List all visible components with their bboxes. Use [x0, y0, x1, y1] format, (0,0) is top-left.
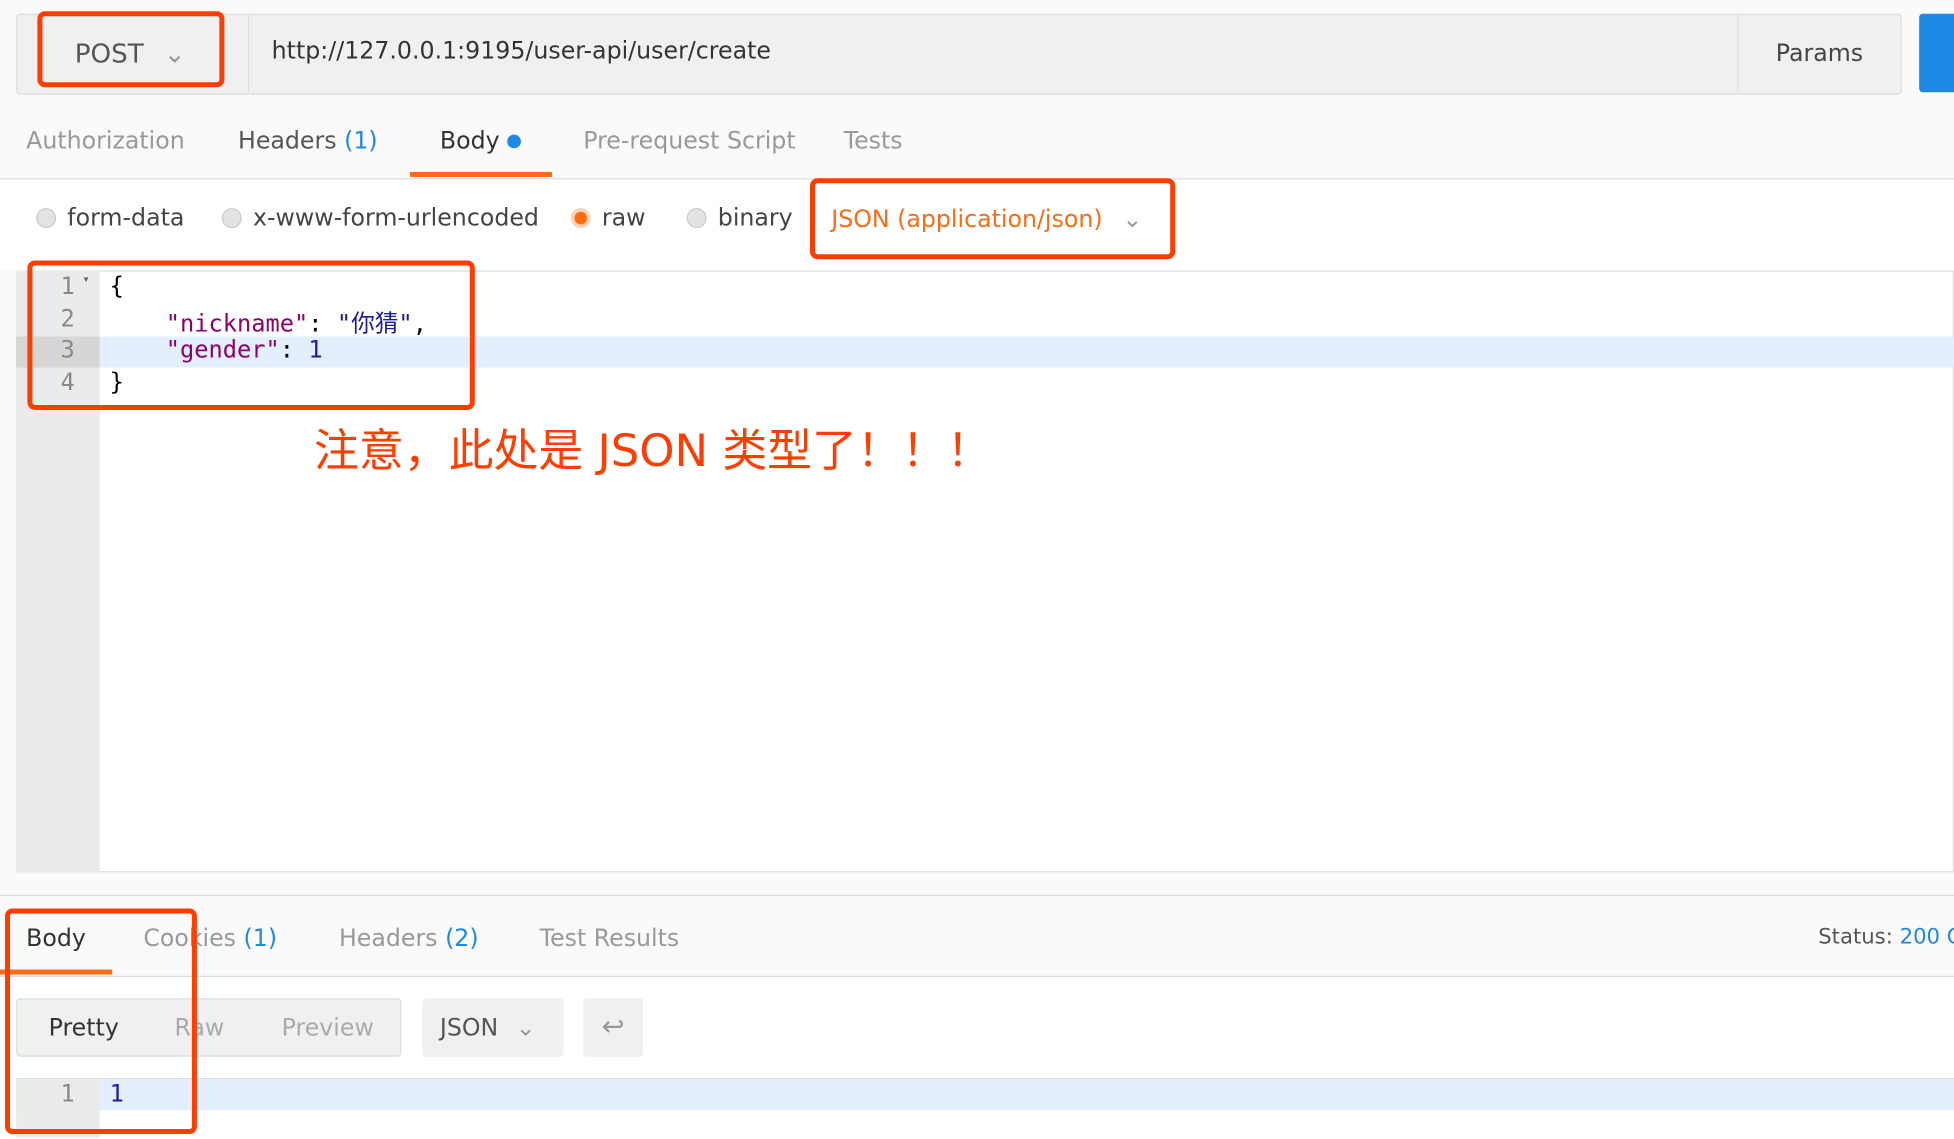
- highlight-box: [37, 11, 225, 88]
- tab-label: Tests: [843, 127, 903, 155]
- tab-label: Test Results: [539, 924, 680, 953]
- radio-form-data[interactable]: form-data: [36, 204, 185, 232]
- highlight-box: [810, 178, 1176, 260]
- tab-label: Body: [439, 127, 500, 155]
- radio-selected-icon: [570, 208, 591, 229]
- radio-icon: [686, 208, 707, 229]
- status-label: Status:: [1818, 924, 1893, 950]
- wrap-lines-icon[interactable]: ↩: [583, 998, 644, 1057]
- radio-icon: [36, 208, 57, 229]
- url-input[interactable]: http://127.0.0.1:9195/user-api/user/crea…: [272, 37, 771, 64]
- radio-raw[interactable]: raw: [570, 204, 646, 232]
- params-button[interactable]: Params: [1737, 13, 1900, 93]
- tab-label: Authorization: [26, 127, 185, 155]
- tab-headers[interactable]: Headers (1): [238, 127, 378, 154]
- postman-window: POST ⌄ http://127.0.0.1:9195/user-api/use…: [0, 0, 1954, 1139]
- tab-label: Pre-request Script: [583, 127, 796, 155]
- view-preview-button[interactable]: Preview: [282, 1014, 374, 1041]
- modified-dot-icon: [507, 134, 521, 149]
- chevron-down-icon: ⌄: [515, 1013, 536, 1042]
- send-button[interactable]: [1919, 13, 1954, 93]
- highlight-box: [4, 908, 197, 1135]
- radio-x-www-form-urlencoded[interactable]: x-www-form-urlencoded: [221, 204, 539, 232]
- format-select[interactable]: JSON ⌄: [422, 998, 564, 1057]
- tab-authorization[interactable]: Authorization: [26, 127, 185, 154]
- tab-label: Headers: [338, 924, 438, 953]
- radio-label: binary: [717, 204, 793, 232]
- tab-body[interactable]: Body: [439, 127, 521, 155]
- tab-tests[interactable]: Tests: [844, 127, 903, 154]
- response-tab-test-results[interactable]: Test Results: [540, 925, 680, 952]
- radio-icon: [221, 208, 242, 229]
- radio-label: x-www-form-urlencoded: [252, 204, 539, 232]
- tab-pre-request-script[interactable]: Pre-request Script: [583, 127, 795, 154]
- tab-count: (2): [445, 924, 479, 953]
- format-label: JSON: [439, 1013, 499, 1042]
- highlight-box: [27, 260, 475, 410]
- radio-label: raw: [601, 204, 646, 232]
- active-tab-indicator: [409, 171, 553, 177]
- radio-binary[interactable]: binary: [686, 204, 793, 232]
- tab-label: Headers: [238, 127, 337, 155]
- radio-label: form-data: [67, 204, 185, 232]
- tab-count: (1): [243, 924, 278, 953]
- status-value: 200 O: [1899, 924, 1954, 950]
- response-tab-headers[interactable]: Headers (2): [339, 925, 479, 952]
- divider: [0, 894, 1954, 897]
- code-line: 11: [16, 1080, 1954, 1111]
- tab-count: (1): [344, 127, 378, 155]
- annotation-text: 注意，此处是 JSON 类型了！！！: [314, 426, 992, 478]
- response-status: Status: 200 O: [1818, 925, 1954, 950]
